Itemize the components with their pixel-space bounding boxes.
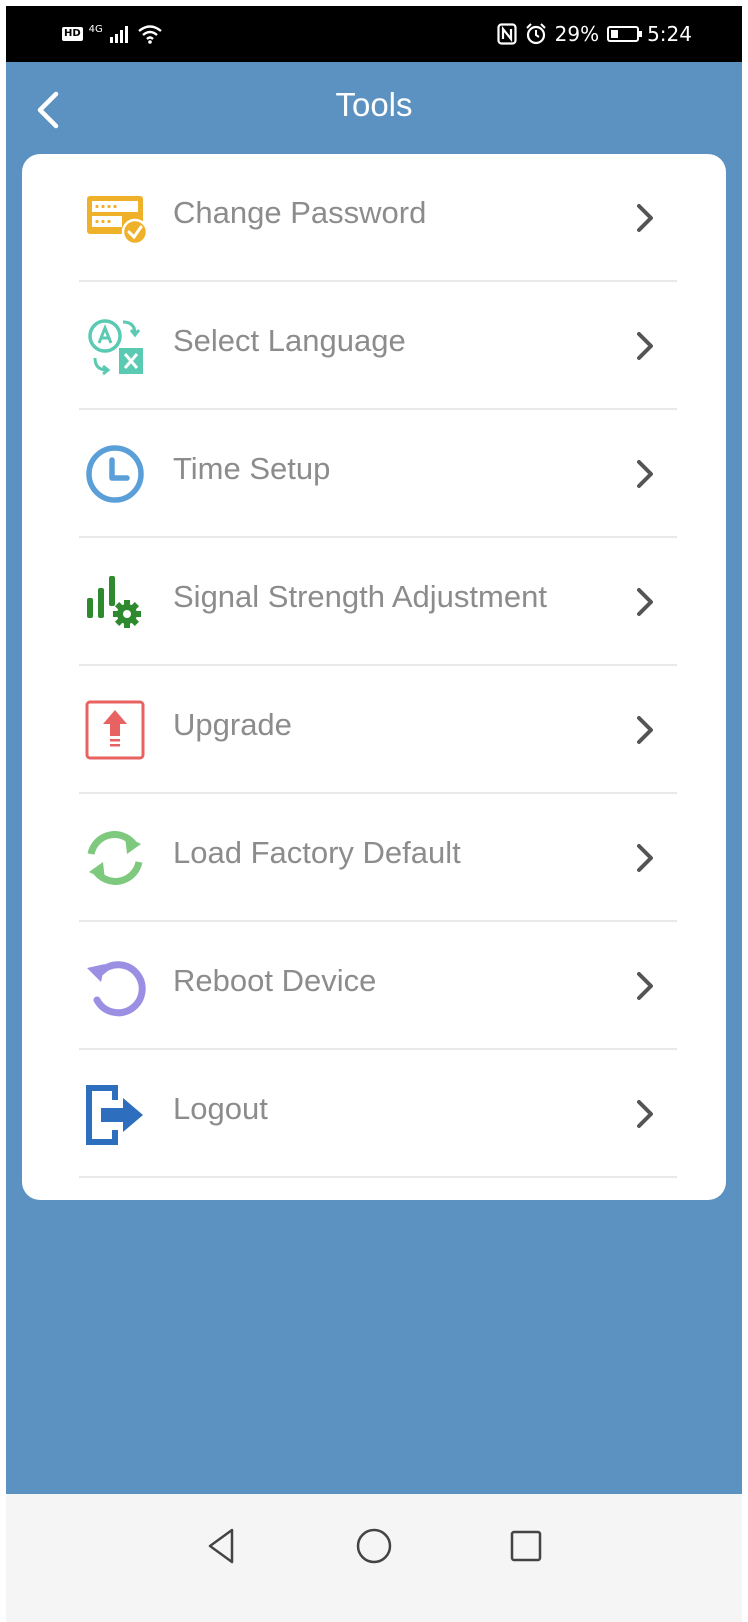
network-type: 4G	[88, 23, 103, 35]
nav-recents-button[interactable]	[500, 1520, 552, 1572]
menu-item-reboot-device[interactable]: Reboot Device	[79, 922, 677, 1050]
system-nav-bar	[6, 1494, 742, 1622]
chevron-right-icon	[637, 1100, 653, 1128]
square-recents-icon	[510, 1530, 542, 1562]
app-header: Tools	[6, 62, 742, 154]
chevron-right-icon	[637, 332, 653, 360]
circle-home-icon	[356, 1528, 392, 1564]
chevron-right-icon	[637, 460, 653, 488]
reboot-icon	[79, 950, 151, 1022]
upgrade-icon	[79, 694, 151, 766]
battery-icon	[607, 26, 643, 42]
battery-fill	[611, 30, 619, 38]
menu-item-label: Reboot Device	[173, 963, 377, 998]
tools-menu-card: Change Password Select Language Time Set…	[22, 154, 726, 1200]
signal-settings-icon	[79, 566, 151, 638]
status-bar: HD 4G 29% 5:24	[6, 6, 742, 62]
menu-item-label: Upgrade	[173, 707, 292, 742]
clock-time: 5:24	[647, 22, 692, 46]
menu-item-upgrade[interactable]: Upgrade	[79, 666, 677, 794]
menu-item-logout[interactable]: Logout	[79, 1050, 677, 1178]
password-icon	[79, 182, 151, 254]
alarm-icon	[525, 23, 546, 45]
nfc-icon	[497, 23, 517, 45]
status-left: HD 4G	[62, 20, 163, 48]
nav-home-button[interactable]	[348, 1520, 400, 1572]
nav-back-button[interactable]	[196, 1520, 248, 1572]
triangle-back-icon	[208, 1528, 234, 1564]
battery-percent: 29%	[554, 22, 600, 46]
chevron-right-icon	[637, 588, 653, 616]
clock-icon	[79, 438, 151, 510]
chevron-right-icon	[637, 204, 653, 232]
page-title: Tools	[335, 86, 413, 123]
menu-item-change-password[interactable]: Change Password	[79, 154, 677, 282]
menu-item-load-factory-default[interactable]: Load Factory Default	[79, 794, 677, 922]
translate-icon	[79, 310, 151, 382]
menu-item-label: Logout	[173, 1091, 268, 1126]
chevron-right-icon	[637, 716, 653, 744]
menu-item-time-setup[interactable]: Time Setup	[79, 410, 677, 538]
wifi-icon	[138, 25, 162, 44]
logout-icon	[79, 1078, 151, 1150]
menu-item-label: Change Password	[173, 195, 427, 230]
status-right: 29% 5:24	[497, 20, 692, 48]
menu-item-signal-strength-adjustment[interactable]: Signal Strength Adjustment	[79, 538, 677, 666]
menu-item-label: Signal Strength Adjustment	[173, 579, 547, 614]
menu-item-label: Time Setup	[173, 451, 331, 486]
hd-badge: HD	[62, 27, 83, 41]
chevron-right-icon	[637, 844, 653, 872]
menu-item-select-language[interactable]: Select Language	[79, 282, 677, 410]
app-frame: HD 4G 29% 5:24 Tools Change Password Sel…	[6, 6, 742, 1622]
cell-signal-icon	[109, 26, 128, 43]
chevron-right-icon	[637, 972, 653, 1000]
refresh-icon	[79, 822, 151, 894]
menu-item-label: Load Factory Default	[173, 835, 461, 870]
menu-item-label: Select Language	[173, 323, 406, 358]
